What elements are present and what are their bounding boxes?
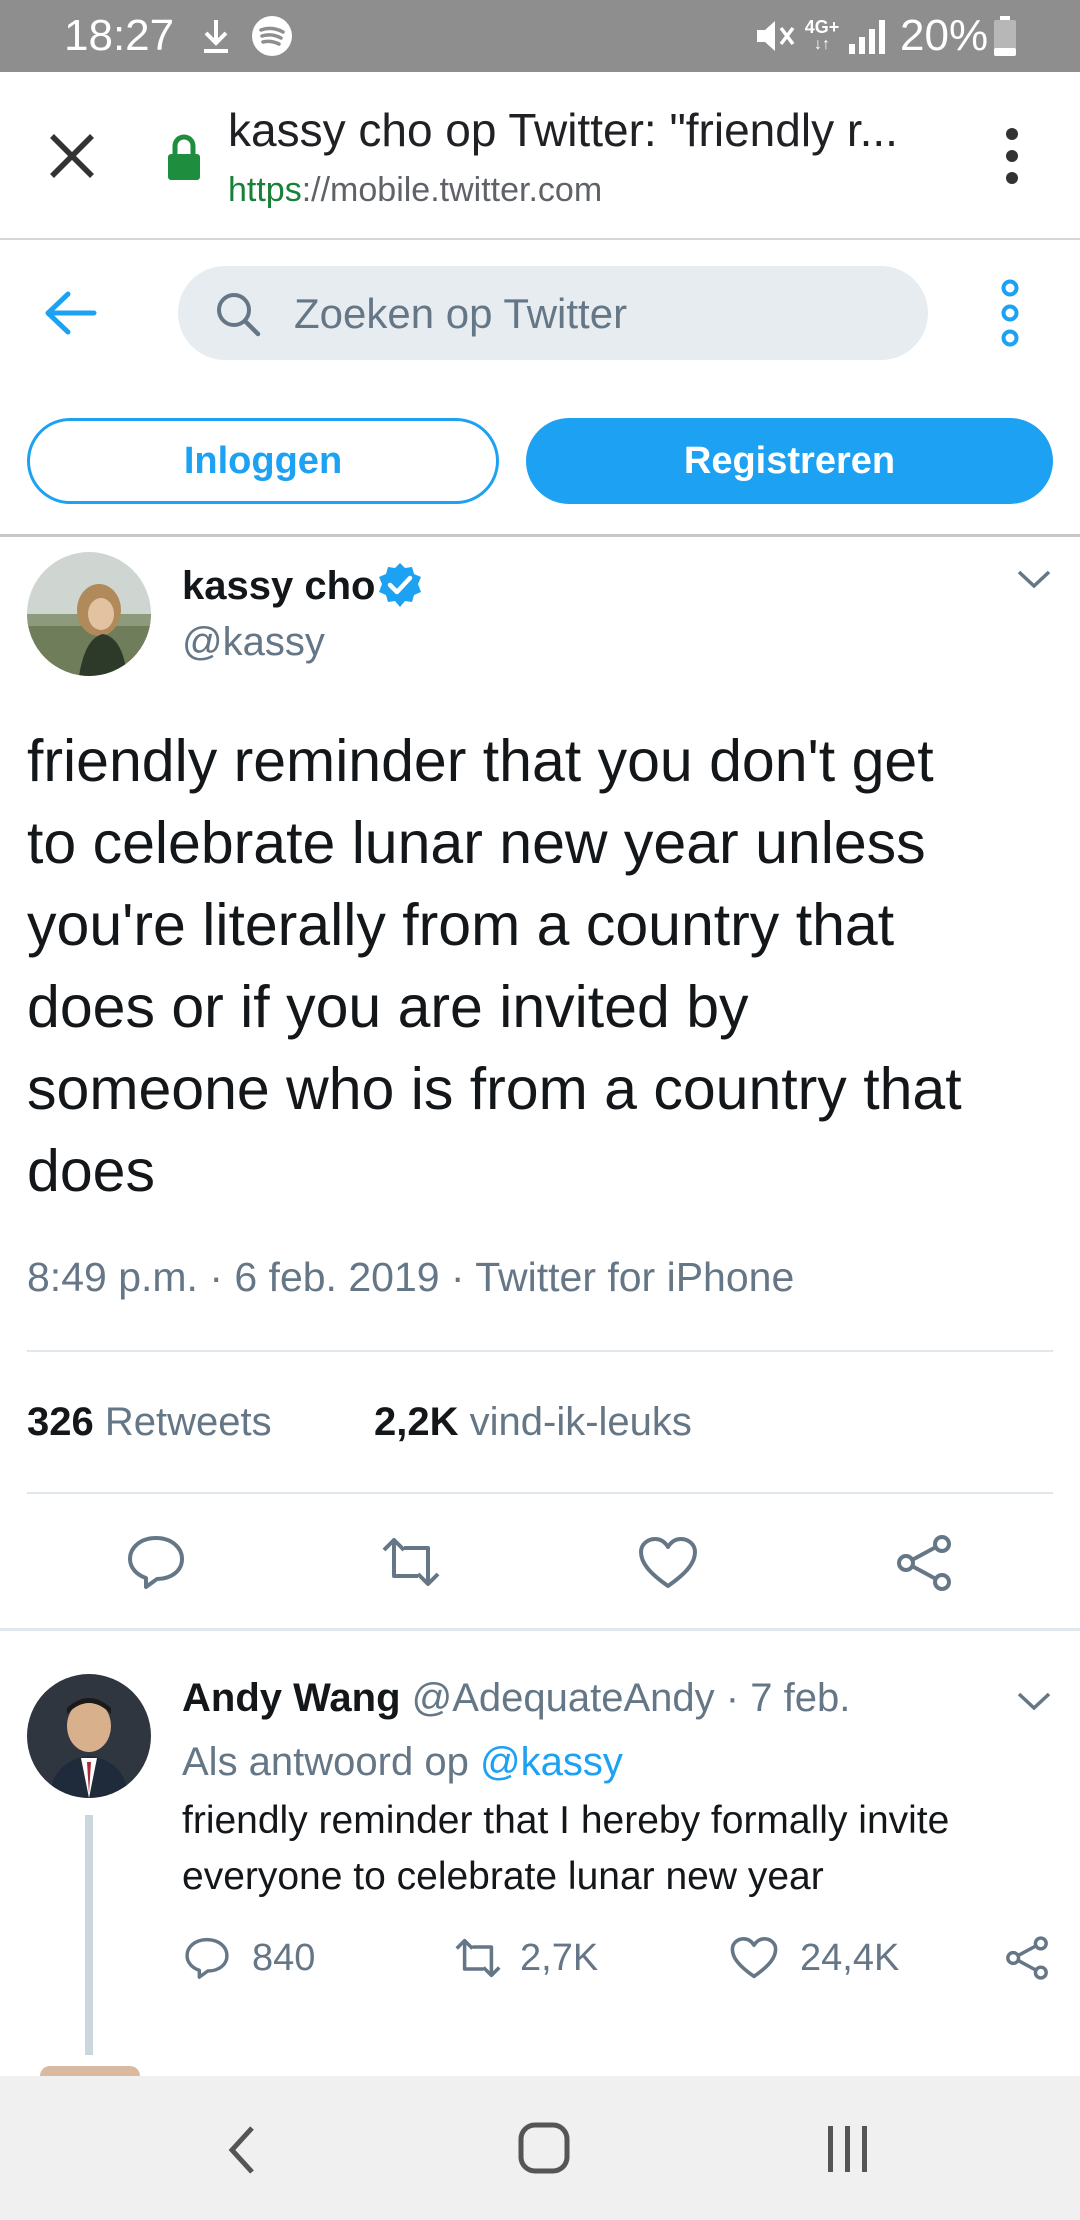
like-label: vind-ik-leuks <box>469 1400 692 1444</box>
author-avatar[interactable] <box>27 552 151 676</box>
tweet-text-line: to celebrate lunar new year unless <box>27 810 926 876</box>
tweet-text-line: does <box>27 1138 155 1204</box>
reply-text: friendly reminder that I hereby formally… <box>182 1793 1052 1905</box>
register-button[interactable]: Registreren <box>526 418 1053 504</box>
reply-heart-icon <box>730 1937 778 1979</box>
thread-line <box>85 1815 93 2055</box>
reply-header: Andy Wang @AdequateAndy · 7 feb. <box>182 1672 850 1724</box>
more-options-icon[interactable] <box>992 278 1028 348</box>
reply-share-button[interactable] <box>1004 1930 1050 1986</box>
download-icon <box>198 14 234 58</box>
reply-like-button[interactable]: 24,4K <box>730 1930 899 1986</box>
tweet-text-line: does or if you are invited by <box>27 974 749 1040</box>
page-title: kassy cho op Twitter: "friendly r... <box>228 104 898 156</box>
chevron-down-icon[interactable] <box>1014 564 1054 594</box>
like-stat[interactable]: 2,2K vind-ik-leuks <box>374 1395 692 1449</box>
verified-badge-icon <box>376 561 424 609</box>
header-divider <box>0 534 1080 537</box>
network-arrows-icon: ↓↑ <box>814 36 830 53</box>
reply-reply-count: 840 <box>252 1936 316 1979</box>
replying-to: Als antwoord op @kassy <box>182 1736 623 1788</box>
replying-to-link[interactable]: @kassy <box>480 1740 623 1784</box>
reply-retweet-button[interactable]: 2,7K <box>452 1930 598 1986</box>
browser-toolbar: kassy cho op Twitter: "friendly r... htt… <box>0 72 1080 240</box>
reply-retweet-icon <box>455 1938 501 1978</box>
retweet-stat[interactable]: 326 Retweets <box>27 1395 272 1449</box>
search-icon <box>214 290 262 338</box>
tweet-text: friendly reminder that you don't get to … <box>27 720 1047 1212</box>
status-bar: 18:27 4G+ ↓↑ 20% <box>0 0 1080 72</box>
search-placeholder: Zoeken op Twitter <box>294 290 628 337</box>
nav-back-icon[interactable] <box>222 2122 262 2178</box>
author-name[interactable]: kassy cho <box>182 562 375 610</box>
reply-author-avatar[interactable] <box>27 1674 151 1798</box>
retweet-icon[interactable] <box>378 1536 444 1588</box>
like-icon[interactable] <box>638 1536 698 1590</box>
like-count: 2,2K <box>374 1400 459 1444</box>
tweet-text-line: someone who is from a country that <box>27 1056 962 1122</box>
twitter-header: Zoeken op Twitter <box>0 240 1080 390</box>
spotify-icon <box>250 14 294 58</box>
reply-text-line: friendly reminder that I hereby formally… <box>182 1799 950 1842</box>
retweet-count: 326 <box>27 1400 94 1444</box>
signal-icon <box>846 14 892 58</box>
url-text: https://mobile.twitter.com <box>228 168 602 212</box>
network-label: 4G+ <box>804 17 840 37</box>
reply-reply-button[interactable]: 840 <box>184 1930 315 1986</box>
reply-icon[interactable] <box>126 1534 186 1590</box>
divider <box>27 1492 1053 1494</box>
nav-home-icon[interactable] <box>516 2120 572 2176</box>
lock-icon <box>166 132 202 182</box>
divider <box>27 1350 1053 1352</box>
next-avatar-peek <box>40 2066 140 2076</box>
status-time: 18:27 <box>64 11 175 60</box>
tweet-text-line: you're literally from a country that <box>27 892 895 958</box>
url-scheme: https <box>228 171 302 209</box>
reply-author-handle[interactable]: @AdequateAndy <box>412 1676 715 1720</box>
tweet-timestamp[interactable]: 8:49 p.m. · 6 feb. 2019 · Twitter for iP… <box>27 1250 794 1304</box>
network-type: 4G+ ↓↑ <box>802 14 842 58</box>
back-arrow-icon[interactable] <box>42 288 98 338</box>
url-host: ://mobile.twitter.com <box>301 171 603 209</box>
reply-chevron-down-icon[interactable] <box>1014 1686 1054 1716</box>
system-navigation-bar <box>0 2076 1080 2220</box>
reply-date: · 7 feb. <box>725 1676 851 1720</box>
reply-share-icon <box>1006 1936 1048 1980</box>
tweet-text-line: friendly reminder that you don't get <box>27 728 934 794</box>
reply-like-count: 24,4K <box>800 1936 900 1979</box>
reply-author-name[interactable]: Andy Wang <box>182 1676 401 1720</box>
replying-to-prefix: Als antwoord op <box>182 1740 469 1784</box>
battery-icon <box>990 14 1020 58</box>
reply-comment-icon <box>185 1937 229 1979</box>
share-icon[interactable] <box>894 1534 954 1592</box>
battery-percentage: 20% <box>900 11 989 60</box>
search-input[interactable]: Zoeken op Twitter <box>178 266 928 360</box>
retweet-label: Retweets <box>104 1400 272 1444</box>
close-icon[interactable] <box>44 128 100 184</box>
reply-text-line: everyone to celebrate lunar new year <box>182 1855 824 1898</box>
author-handle[interactable]: @kassy <box>182 618 325 666</box>
reply-retweet-count: 2,7K <box>520 1936 599 1979</box>
mute-icon <box>752 14 796 58</box>
login-button[interactable]: Inloggen <box>27 418 499 504</box>
overflow-menu-icon[interactable] <box>994 126 1030 186</box>
nav-recents-icon[interactable] <box>820 2122 876 2176</box>
section-divider <box>0 1628 1080 1631</box>
